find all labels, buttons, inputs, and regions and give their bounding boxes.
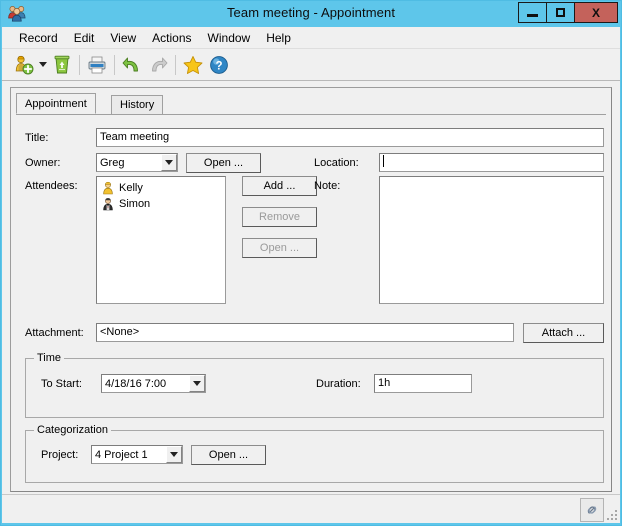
- minimize-icon: [527, 14, 538, 17]
- to-start-label: To Start:: [41, 378, 82, 390]
- redo-icon: [152, 57, 168, 71]
- minimize-button[interactable]: [518, 2, 547, 23]
- undo-icon: [122, 57, 138, 71]
- client-area: Record Edit View Actions Window Help ? A…: [2, 27, 620, 523]
- new-record-dropdown-button[interactable]: [37, 52, 49, 78]
- project-combo[interactable]: 4 Project 1: [91, 445, 183, 464]
- person-dark-icon: [103, 198, 113, 211]
- list-item[interactable]: Kelly: [97, 180, 225, 196]
- owner-combo-arrow[interactable]: [161, 154, 177, 171]
- tab-history[interactable]: History: [111, 95, 164, 114]
- project-label: Project:: [41, 449, 79, 461]
- attendees-listbox[interactable]: Kelly Simon: [96, 176, 226, 304]
- person-yellow-icon: [103, 181, 113, 195]
- tab-strip: Appointment History: [16, 93, 606, 115]
- location-label: Location:: [314, 157, 359, 169]
- duration-input[interactable]: 1h: [374, 374, 472, 393]
- appointment-panel: Appointment History Title: Team meeting …: [10, 87, 612, 492]
- attendees-add-button[interactable]: Add ...: [242, 176, 317, 196]
- link-status-button[interactable]: [580, 498, 604, 522]
- owner-label: Owner:: [25, 157, 61, 169]
- chain-link-icon: [587, 506, 597, 514]
- attachment-label: Attachment:: [25, 327, 84, 339]
- owner-open-button[interactable]: Open ...: [186, 153, 261, 173]
- note-textarea[interactable]: [379, 176, 604, 304]
- title-bar: Team meeting - Appointment X: [1, 1, 621, 27]
- project-combo-arrow[interactable]: [166, 446, 182, 463]
- attach-button[interactable]: Attach ...: [523, 323, 604, 343]
- chevron-down-icon: [193, 381, 201, 386]
- chevron-down-icon: [165, 160, 173, 165]
- list-item[interactable]: Simon: [97, 196, 225, 212]
- title-input[interactable]: Team meeting: [96, 128, 604, 147]
- menu-view[interactable]: View: [102, 29, 144, 47]
- menu-actions[interactable]: Actions: [144, 29, 199, 47]
- undo-button[interactable]: [119, 52, 145, 78]
- redo-button[interactable]: [145, 52, 171, 78]
- owner-combo[interactable]: Greg: [96, 153, 178, 172]
- favorite-button[interactable]: [180, 52, 206, 78]
- delete-button[interactable]: [49, 52, 75, 78]
- note-label: Note:: [314, 180, 341, 192]
- project-open-button[interactable]: Open ...: [191, 445, 266, 465]
- to-start-value: 4/18/16 7:00: [105, 377, 167, 390]
- menu-edit[interactable]: Edit: [66, 29, 103, 47]
- attendees-open-button: Open ...: [242, 238, 317, 258]
- tab-appointment[interactable]: Appointment: [16, 93, 96, 114]
- toolbar-separator: [114, 54, 115, 75]
- project-combo-value: 4 Project 1: [95, 448, 148, 461]
- delete-recycle-bin-icon: [54, 55, 70, 73]
- location-input[interactable]: [379, 153, 604, 172]
- window-controls: X: [518, 2, 618, 24]
- categorization-group-title: Categorization: [34, 424, 111, 436]
- chevron-down-icon: [170, 452, 178, 457]
- attendees-label: Attendees:: [25, 180, 78, 192]
- status-bar: [2, 494, 620, 523]
- print-icon: [88, 56, 106, 73]
- title-label: Title:: [25, 132, 49, 144]
- close-button[interactable]: X: [574, 2, 618, 23]
- print-button[interactable]: [84, 52, 110, 78]
- resize-grip-icon[interactable]: [605, 508, 618, 521]
- menu-record[interactable]: Record: [11, 29, 66, 47]
- toolbar: ?: [2, 49, 620, 81]
- toolbar-separator: [175, 54, 176, 75]
- help-icon: ?: [210, 55, 228, 74]
- maximize-button[interactable]: [546, 2, 575, 23]
- to-start-combo-arrow[interactable]: [189, 375, 205, 392]
- chevron-down-icon: [39, 62, 47, 67]
- attendee-name: Kelly: [119, 182, 143, 194]
- to-start-combo[interactable]: 4/18/16 7:00: [101, 374, 206, 393]
- attendee-name: Simon: [119, 198, 151, 210]
- svg-text:?: ?: [215, 60, 222, 72]
- help-button[interactable]: ?: [206, 52, 232, 78]
- menu-window[interactable]: Window: [200, 29, 259, 47]
- favorite-star-icon: [183, 55, 203, 74]
- new-record-icon: [15, 55, 34, 74]
- menu-bar: Record Edit View Actions Window Help: [2, 27, 620, 49]
- time-group-title: Time: [34, 352, 65, 364]
- new-record-button[interactable]: [11, 52, 37, 78]
- maximize-icon: [556, 8, 565, 17]
- appointment-window: Team meeting - Appointment X Record Edit…: [0, 0, 622, 526]
- toolbar-separator: [79, 54, 80, 75]
- attachment-input[interactable]: <None>: [96, 323, 514, 342]
- attendees-remove-button: Remove: [242, 207, 317, 227]
- duration-label: Duration:: [316, 378, 361, 390]
- owner-combo-value: Greg: [100, 156, 125, 169]
- menu-help[interactable]: Help: [258, 29, 299, 47]
